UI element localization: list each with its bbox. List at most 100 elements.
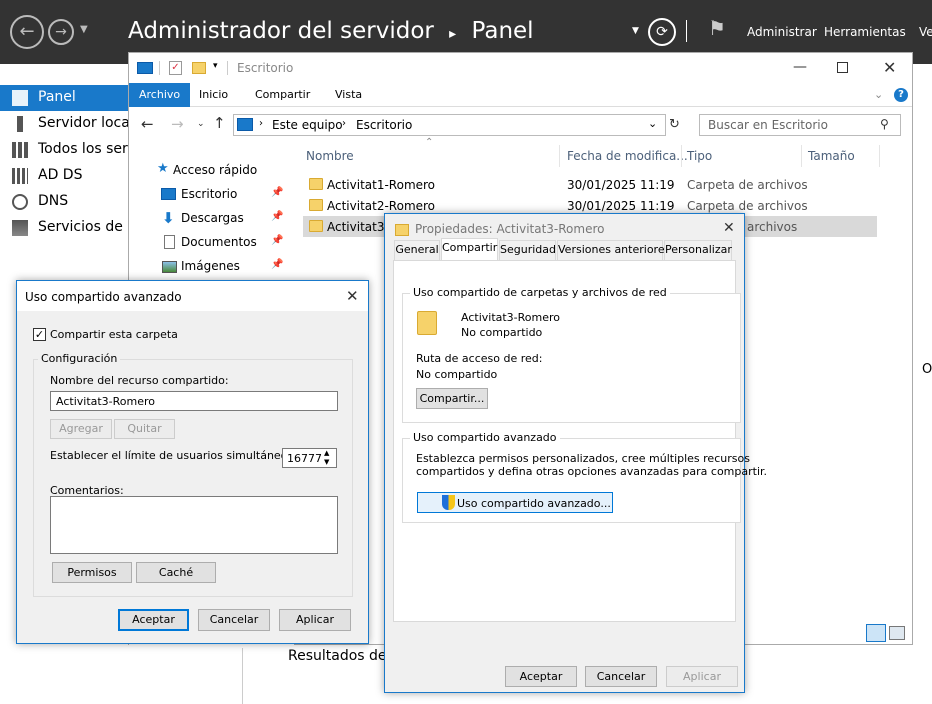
maximize-icon[interactable] [837, 62, 848, 73]
refresh-icon[interactable]: ⟳ [648, 18, 676, 46]
ribbon-tab-inicio[interactable]: Inicio [189, 83, 238, 107]
sidebar-item-servidor-local[interactable]: Servidor local [0, 111, 128, 137]
pin-icon[interactable]: 📌 [271, 187, 283, 198]
tab-personalizar[interactable]: Personalizar [664, 240, 732, 260]
apply-button[interactable]: Aplicar [279, 609, 351, 631]
pin-icon[interactable]: 📌 [271, 235, 283, 246]
search-placeholder: Buscar en Escritorio [708, 118, 828, 132]
breadcrumb-escritorio[interactable]: Escritorio [356, 118, 412, 132]
refresh-icon[interactable]: ↻ [669, 117, 680, 132]
menu-administrar[interactable]: Administrar [747, 25, 817, 39]
nav-item-escritorio[interactable]: Escritorio [181, 187, 237, 209]
compartir-button[interactable]: Compartir... [416, 388, 488, 409]
cancel-button[interactable]: Cancelar [585, 666, 657, 687]
column-divider[interactable] [879, 145, 880, 167]
share-folder-checkbox[interactable]: ✓ [33, 328, 46, 341]
forward-icon[interactable]: → [48, 19, 74, 45]
close-icon[interactable]: ✕ [346, 287, 359, 305]
ribbon-tab-compartir[interactable]: Compartir [245, 83, 320, 107]
tab-seguridad[interactable]: Seguridad [499, 240, 556, 260]
sidebar-item-ad-ds[interactable]: AD DS [0, 163, 128, 189]
apply-button[interactable]: Aplicar [666, 666, 738, 687]
separator [686, 20, 687, 42]
user-limit-label: Establecer el límite de usuarios simultá… [50, 449, 315, 462]
ok-button[interactable]: Aceptar [118, 609, 189, 631]
tab-compartir[interactable]: Compartir [441, 238, 498, 261]
nav-item-descargas[interactable]: Descargas [181, 211, 244, 233]
flag-icon[interactable]: ⚑ [708, 16, 726, 40]
back-arrow-icon[interactable]: ← [141, 115, 154, 133]
new-folder-icon[interactable] [192, 62, 206, 74]
expand-ribbon-icon[interactable]: ⌄ [874, 88, 883, 101]
address-bar[interactable]: › Este equipo › Escritorio ⌄ [233, 114, 666, 136]
advanced-share-description: Establezca permisos personalizados, cree… [416, 452, 750, 465]
ribbon-tab-archivo[interactable]: Archivo [129, 83, 191, 107]
column-tipo[interactable]: Tipo [687, 149, 712, 163]
download-icon: ⬇ [162, 209, 175, 227]
help-icon[interactable]: ? [894, 88, 908, 102]
close-icon[interactable]: ✕ [883, 58, 896, 77]
breadcrumb-separator-icon: ▸ [449, 26, 457, 42]
user-limit-stepper[interactable]: 16777 ▲ ▼ [282, 448, 337, 468]
back-icon[interactable]: ← [10, 15, 44, 49]
pin-icon[interactable]: 📌 [271, 259, 283, 270]
advanced-share-button[interactable]: Uso compartido avanzado... [417, 492, 613, 513]
column-fecha[interactable]: Fecha de modifica... [567, 149, 688, 163]
forward-arrow-icon[interactable]: → [171, 115, 184, 133]
close-icon[interactable]: ✕ [723, 220, 735, 236]
sidebar-item-dns[interactable]: DNS [0, 189, 128, 215]
breadcrumb-chevron-icon: › [342, 118, 346, 129]
column-tamano[interactable]: Tamaño [808, 149, 855, 163]
large-icons-view-icon[interactable] [889, 626, 905, 640]
up-arrow-icon[interactable]: ↑ [213, 114, 226, 132]
properties-icon[interactable]: ✓ [169, 61, 182, 75]
breadcrumb-este-equipo[interactable]: Este equipo [272, 118, 343, 132]
folder-large-icon [417, 311, 437, 335]
cancel-button[interactable]: Cancelar [198, 609, 270, 631]
sidebar-item-servicios-archivos[interactable]: Servicios de ar [0, 215, 128, 241]
server-icon [17, 116, 23, 132]
minimize-icon[interactable]: — [793, 59, 807, 75]
comments-textarea[interactable] [50, 496, 338, 554]
stepper-up-icon[interactable]: ▲ [324, 449, 329, 458]
stepper-down-icon[interactable]: ▼ [324, 458, 329, 467]
search-input[interactable]: Buscar en Escritorio ⚲ [699, 114, 901, 136]
recent-locations-icon[interactable]: ⌄ [197, 119, 205, 129]
permissions-button[interactable]: Permisos [52, 562, 132, 583]
column-nombre[interactable]: Nombre [306, 149, 354, 163]
column-divider[interactable] [559, 145, 560, 167]
ok-button[interactable]: Aceptar [505, 666, 577, 687]
sidebar-item-todos-servidores[interactable]: Todos los servi [0, 137, 128, 163]
file-name: Activitat2-Romero [327, 199, 436, 213]
menu-herramientas[interactable]: Herramientas [824, 25, 906, 39]
customize-toolbar-icon[interactable]: ▾ [213, 61, 218, 71]
column-divider[interactable] [681, 145, 682, 167]
app-title: Administrador del servidor [128, 18, 434, 44]
pin-icon[interactable]: 📌 [271, 211, 283, 222]
file-type: Carpeta de archivos [687, 178, 808, 192]
search-icon[interactable]: ⚲ [880, 117, 889, 131]
menu-ver[interactable]: Ve [919, 25, 932, 39]
config-group-label: Configuración [38, 352, 121, 365]
nav-item-documentos[interactable]: Documentos [181, 235, 257, 257]
details-view-icon[interactable] [866, 624, 886, 642]
address-dropdown-icon[interactable]: ⌄ [648, 117, 657, 130]
share-name-input[interactable]: Activitat3-Romero [50, 391, 338, 411]
sidebar-item-panel[interactable]: Panel [0, 85, 128, 111]
tab-versiones-anteriores[interactable]: Versiones anteriores [557, 240, 670, 260]
nav-item-imagenes[interactable]: Imágenes [181, 259, 240, 281]
clipped-text: O [922, 362, 932, 377]
nav-quick-access[interactable]: Acceso rápido [173, 163, 257, 185]
file-row[interactable]: Activitat1-Romero 30/01/2025 11:19 Carpe… [303, 174, 877, 195]
dropdown-icon[interactable]: ▼ [632, 26, 639, 36]
history-dropdown-icon[interactable]: ▼ [80, 24, 88, 35]
add-button[interactable]: Agregar [50, 419, 112, 439]
advanced-share-dialog: Uso compartido avanzado ✕ ✓ Compartir es… [16, 280, 369, 644]
advanced-share-button-label: Uso compartido avanzado... [457, 497, 611, 510]
tab-general[interactable]: General [394, 240, 440, 260]
dashboard-icon [12, 90, 28, 106]
ribbon-tab-vista[interactable]: Vista [325, 83, 372, 107]
remove-button[interactable]: Quitar [114, 419, 175, 439]
cache-button[interactable]: Caché [136, 562, 216, 583]
column-divider[interactable] [801, 145, 802, 167]
